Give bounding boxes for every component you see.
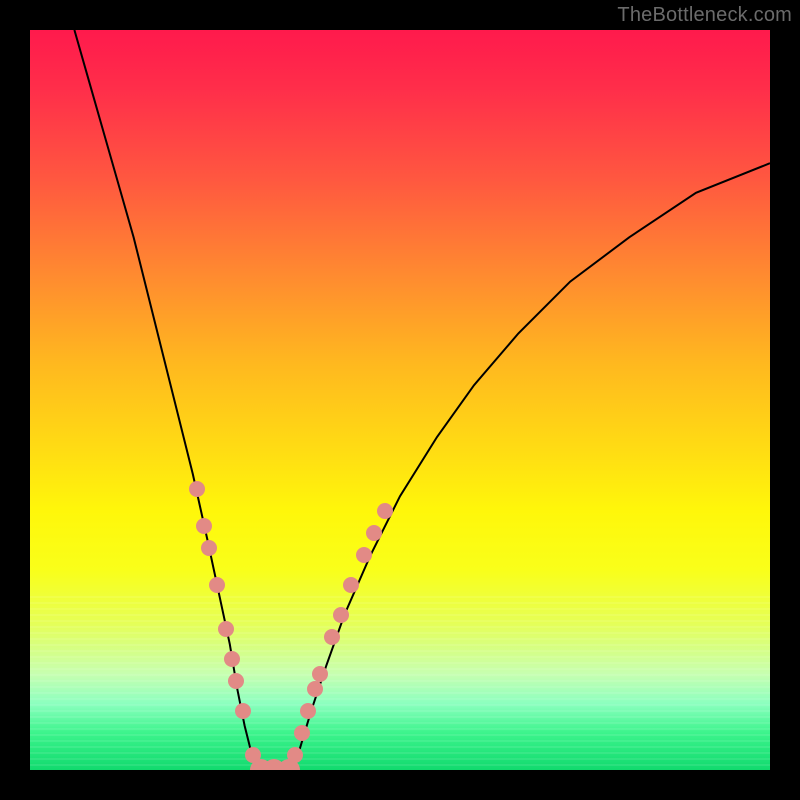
bottleneck-curve: [30, 30, 770, 770]
data-marker: [235, 703, 251, 719]
data-marker: [307, 681, 323, 697]
data-marker: [196, 518, 212, 534]
curve-path: [74, 30, 770, 770]
data-marker: [324, 629, 340, 645]
data-marker: [224, 651, 240, 667]
data-marker: [333, 607, 349, 623]
figure-root: TheBottleneck.com: [0, 0, 800, 800]
data-marker: [201, 540, 217, 556]
watermark-text: TheBottleneck.com: [617, 4, 792, 27]
data-marker: [300, 703, 316, 719]
data-marker: [189, 481, 205, 497]
data-marker: [228, 673, 244, 689]
plot-area: [30, 30, 770, 770]
data-marker: [287, 747, 303, 763]
data-marker: [312, 666, 328, 682]
